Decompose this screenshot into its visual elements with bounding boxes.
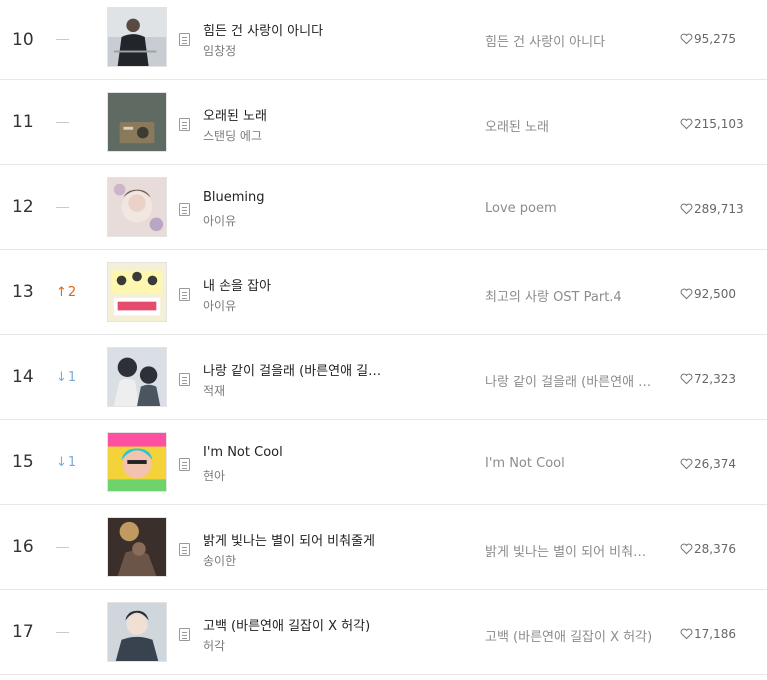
song-title[interactable]: 내 손을 잡아 bbox=[203, 275, 463, 294]
rank-change-none bbox=[56, 0, 92, 79]
like-count: 26,374 bbox=[694, 457, 736, 471]
chart-list: 10 힘든 건 사랑이 아니다 임창정 힘든 건 사랑이 아니다 95,275 … bbox=[0, 0, 767, 675]
artist-name[interactable]: 스탠딩 에그 bbox=[203, 127, 403, 144]
like-count: 28,376 bbox=[694, 542, 736, 556]
like-button[interactable]: 17,186 bbox=[680, 627, 764, 641]
heart-icon bbox=[680, 288, 693, 300]
arrow-down-icon: ↓ bbox=[56, 454, 67, 470]
like-button[interactable]: 72,323 bbox=[680, 372, 764, 386]
rank-change-none bbox=[56, 505, 92, 589]
album-title[interactable]: 최고의 사랑 OST Part.4 bbox=[485, 286, 660, 305]
lyrics-document-icon[interactable] bbox=[179, 33, 190, 46]
rank-number: 15 bbox=[12, 452, 34, 472]
like-count: 95,275 bbox=[694, 32, 736, 46]
song-title[interactable]: 고백 (바른연애 길잡이 X 허각) bbox=[203, 615, 463, 634]
like-button[interactable]: 26,374 bbox=[680, 457, 764, 471]
rank-number: 11 bbox=[12, 112, 34, 132]
like-button[interactable]: 28,376 bbox=[680, 542, 764, 556]
artist-name[interactable]: 임창정 bbox=[203, 42, 403, 59]
heart-icon bbox=[680, 118, 693, 130]
chart-row: 14 ↓1 나랑 같이 걸을래 (바른연애 길잡이 X 적재) 적재 나랑 같이… bbox=[0, 335, 767, 420]
rank-change-value: 1 bbox=[67, 369, 77, 385]
album-cover[interactable] bbox=[107, 347, 167, 407]
album-cover[interactable] bbox=[107, 92, 167, 152]
like-button[interactable]: 289,713 bbox=[680, 202, 764, 216]
heart-icon bbox=[680, 543, 693, 555]
rank-change-none bbox=[56, 165, 92, 249]
artist-name[interactable]: 송이한 bbox=[203, 552, 403, 569]
album-title[interactable]: 나랑 같이 걸을래 (바른연애 길잡이 X 적재) bbox=[485, 371, 655, 390]
rank-number: 13 bbox=[12, 282, 34, 302]
like-count: 17,186 bbox=[694, 627, 736, 641]
chart-row: 13 ↑ 2 내 손을 잡아 아이유 최고의 사랑 OST Part.4 92,5… bbox=[0, 250, 767, 335]
lyrics-document-icon[interactable] bbox=[179, 543, 190, 556]
like-button[interactable]: 92,500 bbox=[680, 287, 764, 301]
rank-number: 14 bbox=[12, 367, 34, 387]
album-title[interactable]: I'm Not Cool bbox=[485, 456, 660, 471]
album-cover[interactable] bbox=[107, 7, 167, 67]
album-title[interactable]: 힘든 건 사랑이 아니다 bbox=[485, 31, 660, 50]
artist-name[interactable]: 적재 bbox=[203, 382, 403, 399]
like-count: 92,500 bbox=[694, 287, 736, 301]
artist-name[interactable]: 아이유 bbox=[203, 212, 403, 229]
chart-row: 16 밝게 빛나는 별이 되어 비춰줄게 송이한 밝게 빛나는 별이 되어 비춰… bbox=[0, 505, 767, 590]
album-title[interactable]: 오래된 노래 bbox=[485, 116, 660, 135]
artist-name[interactable]: 아이유 bbox=[203, 297, 403, 314]
song-title[interactable]: 밝게 빛나는 별이 되어 비춰줄게 bbox=[203, 530, 403, 549]
song-title[interactable]: 나랑 같이 걸을래 (바른연애 길잡이 X 적재) bbox=[203, 360, 388, 379]
rank-number: 10 bbox=[12, 29, 34, 50]
heart-icon bbox=[680, 33, 693, 45]
rank-number: 16 bbox=[12, 537, 34, 557]
like-button[interactable]: 95,275 bbox=[680, 32, 764, 46]
album-cover[interactable] bbox=[107, 517, 167, 577]
like-count: 215,103 bbox=[694, 117, 744, 131]
artist-name[interactable]: 허각 bbox=[203, 637, 403, 654]
chart-row: 10 힘든 건 사랑이 아니다 임창정 힘든 건 사랑이 아니다 95,275 bbox=[0, 0, 767, 80]
song-title[interactable]: 오래된 노래 bbox=[203, 105, 463, 124]
album-title[interactable]: 밝게 빛나는 별이 되어 비춰줄게 bbox=[485, 541, 655, 560]
lyrics-document-icon[interactable] bbox=[179, 288, 190, 301]
album-cover[interactable] bbox=[107, 262, 167, 322]
rank-number: 17 bbox=[12, 622, 34, 642]
album-title[interactable]: 고백 (바른연애 길잡이 X 허각) bbox=[485, 626, 655, 645]
heart-icon bbox=[680, 373, 693, 385]
chart-row: 15 ↓ 1 I'm Not Cool 현아 I'm Not Cool 26,37… bbox=[0, 420, 767, 505]
rank-change-up: ↑ 2 bbox=[56, 250, 92, 334]
song-title[interactable]: Blueming bbox=[203, 190, 463, 205]
rank-change-down: ↓ 1 bbox=[56, 420, 92, 504]
arrow-down-icon: ↓ bbox=[56, 369, 67, 385]
heart-icon bbox=[680, 203, 693, 215]
arrow-up-icon: ↑ bbox=[56, 284, 67, 300]
like-button[interactable]: 215,103 bbox=[680, 117, 764, 131]
lyrics-document-icon[interactable] bbox=[179, 373, 190, 386]
rank-change-value: 2 bbox=[67, 284, 77, 300]
heart-icon bbox=[680, 628, 693, 640]
lyrics-document-icon[interactable] bbox=[179, 628, 190, 641]
rank-number: 12 bbox=[12, 197, 34, 217]
lyrics-document-icon[interactable] bbox=[179, 458, 190, 471]
chart-row: 11 오래된 노래 스탠딩 에그 오래된 노래 215,103 bbox=[0, 80, 767, 165]
song-title[interactable]: I'm Not Cool bbox=[203, 445, 463, 460]
rank-change-none bbox=[56, 80, 92, 164]
like-count: 72,323 bbox=[694, 372, 736, 386]
chart-row: 12 Blueming 아이유 Love poem 289,713 bbox=[0, 165, 767, 250]
artist-name[interactable]: 현아 bbox=[203, 467, 403, 484]
album-cover[interactable] bbox=[107, 602, 167, 662]
rank-change-none bbox=[56, 590, 92, 674]
rank-change-value: 1 bbox=[67, 454, 77, 470]
album-cover[interactable] bbox=[107, 432, 167, 492]
album-cover[interactable] bbox=[107, 177, 167, 237]
song-title[interactable]: 힘든 건 사랑이 아니다 bbox=[203, 20, 463, 39]
heart-icon bbox=[680, 458, 693, 470]
rank-change-down: ↓ 1 bbox=[56, 335, 92, 419]
lyrics-document-icon[interactable] bbox=[179, 118, 190, 131]
lyrics-document-icon[interactable] bbox=[179, 203, 190, 216]
like-count: 289,713 bbox=[694, 202, 744, 216]
chart-row: 17 고백 (바른연애 길잡이 X 허각) 허각 고백 (바른연애 길잡이 X … bbox=[0, 590, 767, 675]
album-title[interactable]: Love poem bbox=[485, 201, 660, 216]
